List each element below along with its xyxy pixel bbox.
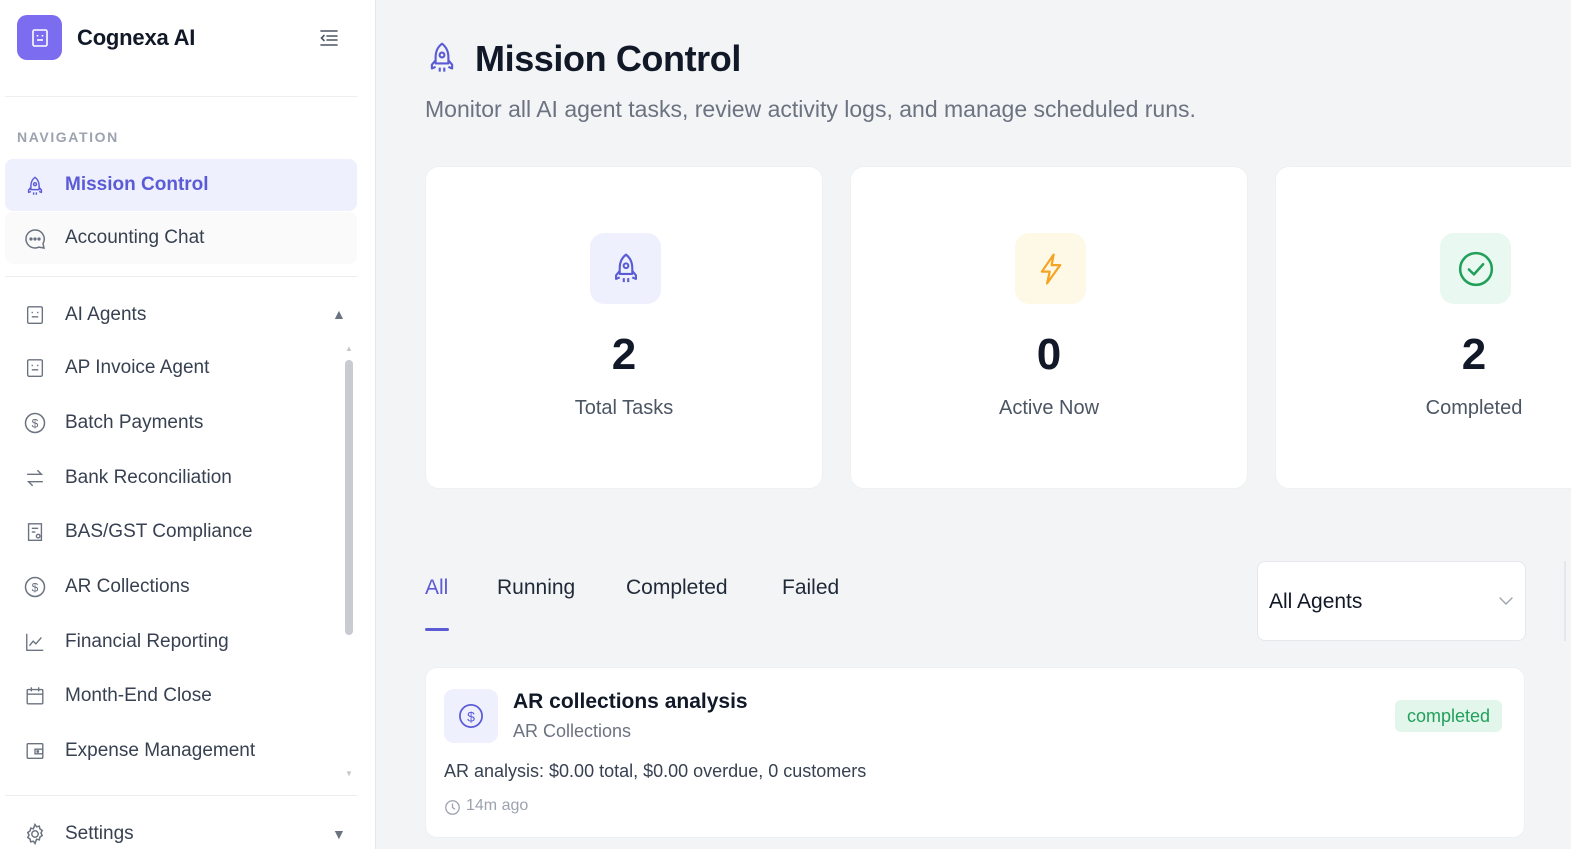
page-title: Mission Control [475, 38, 741, 79]
gear-icon [23, 822, 47, 846]
stat-label: Active Now [998, 397, 1100, 419]
active-tab-indicator [425, 628, 449, 631]
stat-value: 2 [1461, 330, 1487, 379]
main-content: Mission Control Monitor all AI agent tas… [377, 0, 1571, 849]
chevron-down-icon: ▼ [332, 826, 346, 842]
tab-completed[interactable]: Completed [626, 576, 728, 600]
stat-label: Total Tasks [574, 397, 674, 419]
wallet-icon [23, 739, 47, 763]
brand-header: Cognexa AI [0, 0, 375, 96]
stat-card-completed: 2 Completed [1275, 166, 1571, 489]
task-card[interactable]: $ AR collections analysis AR Collections… [425, 667, 1525, 838]
sidebar-item-label: BAS/GST Compliance [65, 521, 253, 542]
sidebar-item-accounting-chat[interactable]: Accounting Chat [5, 212, 357, 264]
divider [5, 795, 357, 796]
brand-name: Cognexa AI [77, 25, 196, 50]
sidebar-item-mission-control[interactable]: Mission Control [5, 159, 357, 211]
svg-text:$: $ [32, 581, 39, 595]
svg-text:$: $ [467, 708, 475, 724]
chevron-up-icon: ▲ [332, 306, 346, 322]
rocket-icon [23, 174, 47, 198]
sidebar-item-label: Bank Reconciliation [65, 467, 232, 488]
divider [1564, 561, 1566, 641]
sidebar-group-label: Settings [65, 823, 134, 844]
tab-label: All [425, 576, 449, 599]
sidebar-item-ap-invoice-agent[interactable]: AP Invoice Agent [5, 343, 340, 393]
page-subtitle: Monitor all AI agent tasks, review activ… [425, 96, 1196, 122]
stat-card-active-now: 0 Active Now [850, 166, 1248, 489]
robot-icon[interactable] [17, 15, 62, 60]
arrows-swap-icon [23, 466, 47, 490]
sidebar-item-label: Batch Payments [65, 412, 204, 433]
rocket-icon [426, 41, 458, 77]
lightning-icon [1015, 233, 1086, 304]
sidebar-item-financial-reporting[interactable]: Financial Reporting [5, 617, 340, 667]
tab-failed[interactable]: Failed [782, 576, 839, 600]
task-title: AR collections analysis [513, 690, 748, 713]
agent-filter-value: All Agents [1269, 590, 1363, 613]
dollar-circle-icon: $ [23, 411, 47, 435]
chevron-down-icon [1498, 594, 1514, 612]
sidebar-group-settings[interactable]: Settings ▼ [5, 809, 357, 849]
calendar-icon [23, 684, 47, 708]
robot-icon [23, 356, 47, 380]
clock-icon [444, 799, 461, 816]
tab-running[interactable]: Running [497, 576, 575, 600]
sidebar-scrollbar-thumb[interactable] [345, 360, 353, 635]
tab-all[interactable]: All [425, 576, 449, 631]
chat-bubble-icon [23, 227, 47, 251]
check-circle-icon [1440, 233, 1511, 304]
nav-section-label: NAVIGATION [17, 129, 119, 145]
dollar-circle-icon: $ [444, 689, 498, 743]
sidebar-item-label: Financial Reporting [65, 631, 229, 652]
document-receipt-icon [23, 520, 47, 544]
sidebar-item-bas-gst-compliance[interactable]: BAS/GST Compliance [5, 507, 340, 557]
stat-label: Completed [1425, 397, 1523, 419]
sidebar-item-ar-collections[interactable]: $ AR Collections [5, 562, 340, 612]
status-badge: completed [1395, 700, 1503, 732]
collapse-sidebar-icon[interactable] [316, 26, 342, 50]
task-agent: AR Collections [513, 721, 632, 741]
stat-value: 0 [1036, 330, 1062, 379]
scroll-down-arrow[interactable]: ▼ [345, 769, 353, 778]
stat-value: 2 [611, 330, 637, 379]
sidebar-item-expense-management[interactable]: Expense Management [5, 726, 340, 776]
rocket-icon [590, 233, 661, 304]
divider [5, 96, 357, 97]
line-chart-icon [23, 630, 47, 654]
sidebar-group-ai-agents[interactable]: AI Agents ▲ [5, 290, 357, 340]
sidebar-item-batch-payments[interactable]: $ Batch Payments [5, 398, 340, 448]
sidebar-item-label: Month-End Close [65, 685, 212, 706]
task-description: AR analysis: $0.00 total, $0.00 overdue,… [444, 761, 867, 781]
sidebar-item-label: Accounting Chat [65, 227, 205, 248]
scroll-up-arrow[interactable]: ▲ [345, 344, 353, 353]
sidebar-item-label: Mission Control [65, 174, 209, 195]
sidebar-group-label: AI Agents [65, 304, 147, 325]
sidebar-item-label: AR Collections [65, 576, 190, 597]
dollar-circle-icon: $ [23, 575, 47, 599]
sidebar-item-label: AP Invoice Agent [65, 357, 210, 378]
sidebar-item-month-end-close[interactable]: Month-End Close [5, 671, 340, 721]
agent-filter-select[interactable]: All Agents [1257, 561, 1526, 641]
sidebar-item-bank-reconciliation[interactable]: Bank Reconciliation [5, 453, 340, 503]
robot-icon [23, 303, 47, 327]
svg-text:$: $ [32, 417, 39, 431]
stat-card-total-tasks: 2 Total Tasks [425, 166, 823, 489]
sidebar: Cognexa AI NAVIGATION Mission Control Ac… [0, 0, 376, 849]
sidebar-item-label: Expense Management [65, 740, 256, 761]
task-timestamp: 14m ago [466, 797, 529, 814]
divider [5, 276, 357, 277]
